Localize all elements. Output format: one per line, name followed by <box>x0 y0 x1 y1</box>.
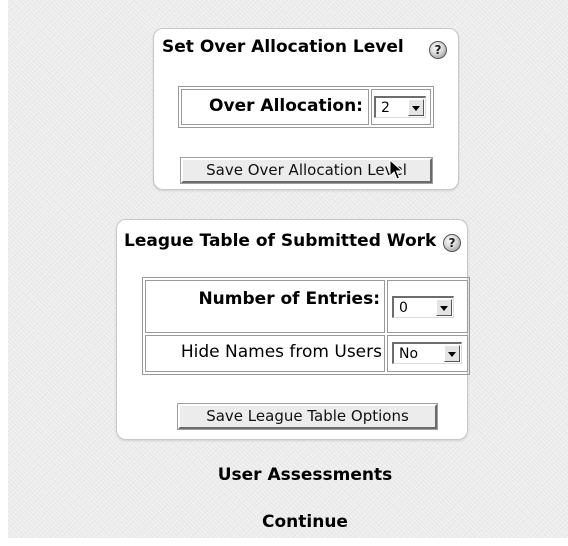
hide-names-label-cell: Hide Names from Users <box>145 335 385 372</box>
number-of-entries-value: 0 <box>399 300 408 316</box>
over-allocation-panel: Set Over Allocation Level ? Over Allocat… <box>153 28 459 190</box>
page-bottom-edge <box>0 538 568 546</box>
over-allocation-select-cell: 2 <box>371 89 431 125</box>
hide-names-label: Hide Names from Users <box>180 342 382 362</box>
league-table-panel: League Table of Submitted Work ? Number … <box>116 219 470 440</box>
hide-names-select-cell: No <box>387 335 468 372</box>
number-of-entries-label: Number of Entries: <box>198 289 380 309</box>
number-of-entries-select-cell: 0 <box>387 280 468 333</box>
over-allocation-select-value: 2 <box>381 100 390 116</box>
over-allocation-select[interactable]: 2 <box>374 96 426 118</box>
hide-names-value: No <box>399 346 419 362</box>
question-mark-icon[interactable]: ? <box>429 41 447 59</box>
league-table-options-table: Number of Entries: 0 Hide Names from Use… <box>142 277 470 375</box>
number-of-entries-select[interactable]: 0 <box>392 296 454 318</box>
question-mark-icon[interactable]: ? <box>443 234 461 252</box>
save-league-table-button[interactable]: Save League Table Options <box>177 403 438 430</box>
over-allocation-label-cell: Over Allocation: <box>181 89 369 125</box>
mouse-pointer-icon <box>389 159 403 180</box>
over-allocation-table: Over Allocation: 2 <box>178 86 434 128</box>
chevron-down-icon[interactable] <box>408 99 424 116</box>
chevron-down-icon[interactable] <box>436 299 452 316</box>
over-allocation-label: Over Allocation: <box>209 96 363 116</box>
league-table-title: League Table of Submitted Work <box>124 231 437 251</box>
over-allocation-title: Set Over Allocation Level <box>162 37 404 57</box>
user-assessments-link[interactable]: User Assessments <box>198 465 412 485</box>
number-of-entries-label-cell: Number of Entries: <box>145 280 385 333</box>
page-left-edge <box>0 0 8 546</box>
chevron-down-icon[interactable] <box>444 345 460 362</box>
continue-link[interactable]: Continue <box>198 512 412 532</box>
hide-names-select[interactable]: No <box>392 342 462 364</box>
